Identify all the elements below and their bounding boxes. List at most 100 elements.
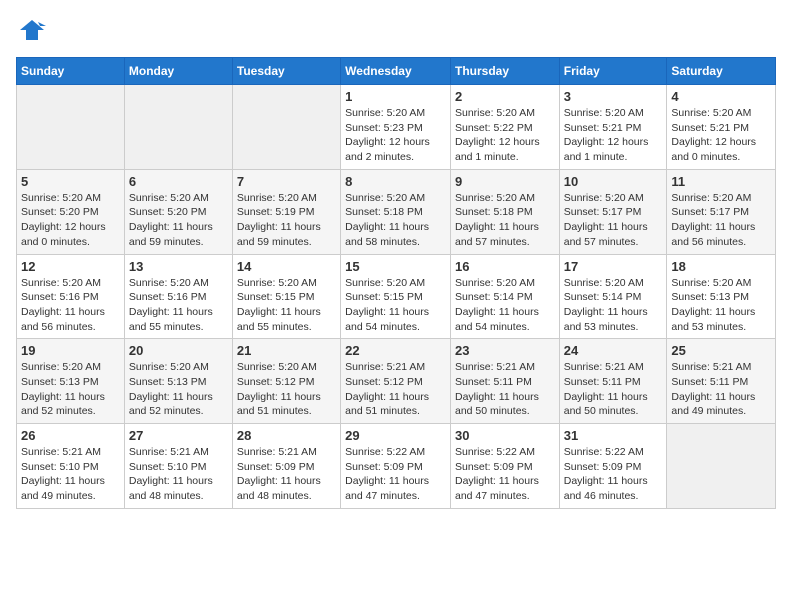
day-number: 2 (455, 89, 555, 104)
calendar-cell: 10Sunrise: 5:20 AMSunset: 5:17 PMDayligh… (559, 169, 667, 254)
day-info: Sunrise: 5:22 AMSunset: 5:09 PMDaylight:… (455, 445, 555, 504)
header-cell-saturday: Saturday (667, 58, 776, 85)
calendar-cell: 1 Sunrise: 5:20 AMSunset: 5:23 PMDaylight… (341, 85, 451, 170)
day-info: Sunrise: 5:20 AMSunset: 5:16 PMDaylight:… (21, 276, 120, 335)
day-number: 28 (237, 428, 336, 443)
week-row-3: 12 Sunrise: 5:20 AMSunset: 5:16 PMDayligh… (17, 254, 776, 339)
day-number: 10 (564, 174, 663, 189)
header-cell-thursday: Thursday (450, 58, 559, 85)
day-info: Sunrise: 5:20 AMSunset: 5:15 PMDaylight:… (345, 276, 446, 335)
day-info: Sunrise: 5:21 AMSunset: 5:09 PMDaylight:… (237, 445, 336, 504)
calendar-table: SundayMondayTuesdayWednesdayThursdayFrid… (16, 57, 776, 509)
calendar-cell: 5Sunrise: 5:20 AMSunset: 5:20 PMDaylight… (17, 169, 125, 254)
day-info: Sunrise: 5:20 AMSunset: 5:13 PMDaylight:… (129, 360, 228, 419)
calendar-cell: 28 Sunrise: 5:21 AMSunset: 5:09 PMDayligh… (232, 424, 340, 509)
calendar-cell: 18 Sunrise: 5:20 AMSunset: 5:13 PMDayligh… (667, 254, 776, 339)
calendar-cell: 7Sunrise: 5:20 AMSunset: 5:19 PMDaylight… (232, 169, 340, 254)
day-number: 21 (237, 343, 336, 358)
day-number: 26 (21, 428, 120, 443)
day-number: 27 (129, 428, 228, 443)
calendar-cell: 9 Sunrise: 5:20 AMSunset: 5:18 PMDaylight… (450, 169, 559, 254)
day-info: Sunrise: 5:20 AMSunset: 5:14 PMDaylight:… (564, 276, 663, 335)
day-info: Sunrise: 5:21 AMSunset: 5:12 PMDaylight:… (345, 360, 446, 419)
day-number: 9 (455, 174, 555, 189)
header (16, 16, 776, 49)
calendar-cell: 26Sunrise: 5:21 AMSunset: 5:10 PMDayligh… (17, 424, 125, 509)
calendar-cell: 22 Sunrise: 5:21 AMSunset: 5:12 PMDayligh… (341, 339, 451, 424)
day-info: Sunrise: 5:20 AMSunset: 5:13 PMDaylight:… (671, 276, 771, 335)
day-number: 8 (345, 174, 446, 189)
header-cell-tuesday: Tuesday (232, 58, 340, 85)
day-number: 13 (129, 259, 228, 274)
calendar-cell: 4Sunrise: 5:20 AMSunset: 5:21 PMDaylight… (667, 85, 776, 170)
calendar-cell (17, 85, 125, 170)
day-info: Sunrise: 5:20 AMSunset: 5:20 PMDaylight:… (21, 191, 120, 250)
day-number: 31 (564, 428, 663, 443)
day-number: 18 (671, 259, 771, 274)
calendar-cell: 14Sunrise: 5:20 AMSunset: 5:15 PMDayligh… (232, 254, 340, 339)
day-number: 6 (129, 174, 228, 189)
calendar-cell: 16Sunrise: 5:20 AMSunset: 5:14 PMDayligh… (450, 254, 559, 339)
calendar-cell: 23 Sunrise: 5:21 AMSunset: 5:11 PMDayligh… (450, 339, 559, 424)
week-row-1: 1 Sunrise: 5:20 AMSunset: 5:23 PMDaylight… (17, 85, 776, 170)
week-row-2: 5Sunrise: 5:20 AMSunset: 5:20 PMDaylight… (17, 169, 776, 254)
calendar-cell: 25 Sunrise: 5:21 AMSunset: 5:11 PMDayligh… (667, 339, 776, 424)
calendar-cell: 15 Sunrise: 5:20 AMSunset: 5:15 PMDayligh… (341, 254, 451, 339)
header-cell-sunday: Sunday (17, 58, 125, 85)
calendar-cell: 20 Sunrise: 5:20 AMSunset: 5:13 PMDayligh… (124, 339, 232, 424)
day-info: Sunrise: 5:20 AMSunset: 5:18 PMDaylight:… (345, 191, 446, 250)
day-number: 20 (129, 343, 228, 358)
day-info: Sunrise: 5:20 AMSunset: 5:23 PMDaylight:… (345, 106, 446, 165)
logo-line1 (16, 16, 46, 49)
calendar-body: 1 Sunrise: 5:20 AMSunset: 5:23 PMDaylight… (17, 85, 776, 509)
day-number: 1 (345, 89, 446, 104)
calendar-header: SundayMondayTuesdayWednesdayThursdayFrid… (17, 58, 776, 85)
calendar-cell: 31Sunrise: 5:22 AMSunset: 5:09 PMDayligh… (559, 424, 667, 509)
day-info: Sunrise: 5:22 AMSunset: 5:09 PMDaylight:… (345, 445, 446, 504)
day-info: Sunrise: 5:21 AMSunset: 5:10 PMDaylight:… (129, 445, 228, 504)
header-row: SundayMondayTuesdayWednesdayThursdayFrid… (17, 58, 776, 85)
calendar-cell: 6 Sunrise: 5:20 AMSunset: 5:20 PMDaylight… (124, 169, 232, 254)
day-info: Sunrise: 5:20 AMSunset: 5:20 PMDaylight:… (129, 191, 228, 250)
week-row-5: 26 Sunrise: 5:21 AMSunset: 5:10 PMDayligh… (17, 424, 776, 509)
week-row-4: 19 Sunrise: 5:20 AMSunset: 5:13 PMDayligh… (17, 339, 776, 424)
calendar-cell: 8 Sunrise: 5:20 AMSunset: 5:18 PMDaylight… (341, 169, 451, 254)
day-number: 12 (21, 259, 120, 274)
day-number: 7 (237, 174, 336, 189)
day-number: 4 (671, 89, 771, 104)
calendar-cell: 11Sunrise: 5:20 AMSunset: 5:17 PMDayligh… (667, 169, 776, 254)
day-info: Sunrise: 5:20 AMSunset: 5:16 PMDaylight:… (129, 276, 228, 335)
day-number: 24 (564, 343, 663, 358)
header-cell-monday: Monday (124, 58, 232, 85)
day-info: Sunrise: 5:21 AMSunset: 5:11 PMDaylight:… (671, 360, 771, 419)
calendar-cell: 12 Sunrise: 5:20 AMSunset: 5:16 PMDayligh… (17, 254, 125, 339)
day-info: Sunrise: 5:20 AMSunset: 5:22 PMDaylight:… (455, 106, 555, 165)
day-info: Sunrise: 5:21 AMSunset: 5:11 PMDaylight:… (564, 360, 663, 419)
logo-bird-icon (18, 16, 46, 44)
day-number: 16 (455, 259, 555, 274)
logo (16, 16, 46, 49)
day-number: 25 (671, 343, 771, 358)
calendar-cell: 21Sunrise: 5:20 AMSunset: 5:12 PMDayligh… (232, 339, 340, 424)
calendar-cell: 3Sunrise: 5:20 AMSunset: 5:21 PMDaylight… (559, 85, 667, 170)
day-number: 30 (455, 428, 555, 443)
day-info: Sunrise: 5:20 AMSunset: 5:18 PMDaylight:… (455, 191, 555, 250)
day-number: 23 (455, 343, 555, 358)
day-info: Sunrise: 5:20 AMSunset: 5:21 PMDaylight:… (564, 106, 663, 165)
header-cell-friday: Friday (559, 58, 667, 85)
day-info: Sunrise: 5:20 AMSunset: 5:15 PMDaylight:… (237, 276, 336, 335)
day-number: 22 (345, 343, 446, 358)
header-cell-wednesday: Wednesday (341, 58, 451, 85)
day-info: Sunrise: 5:21 AMSunset: 5:11 PMDaylight:… (455, 360, 555, 419)
calendar-cell: 17 Sunrise: 5:20 AMSunset: 5:14 PMDayligh… (559, 254, 667, 339)
calendar-cell (124, 85, 232, 170)
day-number: 17 (564, 259, 663, 274)
calendar-cell (667, 424, 776, 509)
day-info: Sunrise: 5:20 AMSunset: 5:17 PMDaylight:… (671, 191, 771, 250)
calendar-cell: 30 Sunrise: 5:22 AMSunset: 5:09 PMDayligh… (450, 424, 559, 509)
day-number: 15 (345, 259, 446, 274)
calendar-cell: 2 Sunrise: 5:20 AMSunset: 5:22 PMDaylight… (450, 85, 559, 170)
day-number: 19 (21, 343, 120, 358)
day-number: 29 (345, 428, 446, 443)
calendar-cell: 19Sunrise: 5:20 AMSunset: 5:13 PMDayligh… (17, 339, 125, 424)
